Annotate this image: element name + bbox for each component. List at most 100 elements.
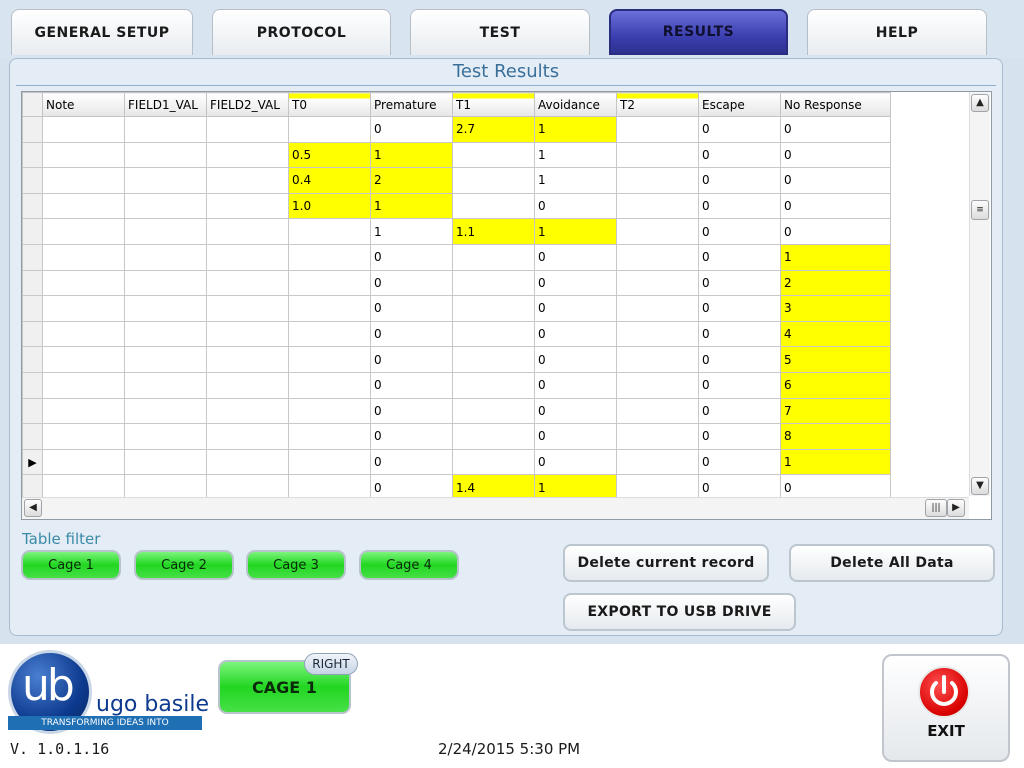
table-cell[interactable]: 0 — [534, 371, 617, 399]
table-row[interactable]: 0003 — [22, 295, 891, 322]
table-cell[interactable]: 0 — [534, 448, 617, 476]
table-cell[interactable]: 0 — [780, 141, 891, 169]
table-cell[interactable]: 0 — [534, 397, 617, 425]
table-row[interactable]: 0.4 2 1 0 0 — [22, 167, 891, 194]
table-cell[interactable]: 0.5 — [288, 141, 371, 169]
table-cell[interactable] — [124, 116, 207, 143]
table-cell[interactable] — [616, 320, 699, 348]
table-cell[interactable]: 5 — [780, 346, 891, 373]
table-cell[interactable] — [616, 346, 699, 373]
filter-cage-3-button[interactable]: Cage 3 — [246, 550, 346, 580]
table-cell[interactable]: 1.0 — [288, 192, 371, 220]
table-cell[interactable]: 0 — [370, 320, 453, 348]
table-cell[interactable]: 0 — [698, 141, 781, 169]
scroll-down-icon[interactable]: ▼ — [971, 477, 989, 495]
table-cell[interactable]: 1 — [534, 218, 617, 245]
table-cell[interactable] — [42, 371, 125, 399]
table-cell[interactable] — [124, 167, 207, 194]
table-cell[interactable] — [124, 397, 207, 425]
table-cell[interactable] — [124, 448, 207, 476]
table-cell[interactable]: 0 — [534, 423, 617, 450]
table-cell[interactable] — [616, 295, 699, 322]
table-cell[interactable] — [124, 295, 207, 322]
filter-cage-1-button[interactable]: Cage 1 — [21, 550, 121, 580]
table-cell[interactable] — [288, 116, 371, 143]
table-cell[interactable] — [616, 218, 699, 245]
table-cell[interactable] — [288, 243, 371, 271]
table-cell[interactable] — [616, 397, 699, 425]
table-cell[interactable]: 0 — [534, 269, 617, 297]
table-row[interactable]: 0008 — [22, 423, 891, 450]
table-cell[interactable] — [452, 295, 535, 322]
table-cell[interactable]: 0 — [698, 320, 781, 348]
table-cell[interactable] — [206, 295, 289, 322]
table-cell[interactable] — [124, 371, 207, 399]
table-cell[interactable]: 0 — [780, 218, 891, 245]
table-cell[interactable]: 1 — [534, 116, 617, 143]
table-cell[interactable]: 4 — [780, 320, 891, 348]
row-pointer-icon[interactable]: ▶ — [22, 448, 43, 476]
table-cell[interactable]: 0 — [370, 371, 453, 399]
table-cell[interactable]: 0 — [698, 218, 781, 245]
row-header[interactable] — [22, 141, 43, 169]
hscroll-thumb[interactable]: ||| — [925, 499, 947, 517]
table-cell[interactable]: 0 — [698, 167, 781, 194]
row-header[interactable] — [22, 295, 43, 322]
table-cell[interactable] — [42, 192, 125, 220]
table-cell[interactable]: 1 — [370, 218, 453, 245]
table-cell[interactable]: 0 — [534, 346, 617, 373]
table-cell[interactable] — [452, 269, 535, 297]
table-cell[interactable]: 2 — [370, 167, 453, 194]
table-row[interactable]: 0 2.7 1 0 0 — [22, 116, 891, 143]
table-cell[interactable] — [452, 320, 535, 348]
table-cell[interactable]: 0 — [698, 371, 781, 399]
table-cell[interactable] — [206, 141, 289, 169]
table-cell[interactable] — [206, 243, 289, 271]
table-cell[interactable]: 1 — [370, 192, 453, 220]
table-cell[interactable] — [42, 346, 125, 373]
table-cell[interactable] — [124, 218, 207, 245]
table-cell[interactable]: 0 — [698, 192, 781, 220]
table-cell[interactable] — [42, 269, 125, 297]
tab-protocol[interactable]: PROTOCOL — [212, 9, 391, 55]
row-header[interactable] — [22, 192, 43, 220]
column-header[interactable]: Premature — [370, 92, 453, 117]
table-cell[interactable]: 1.1 — [452, 218, 535, 245]
table-cell[interactable]: 0 — [780, 167, 891, 194]
table-cell[interactable]: 0 — [534, 243, 617, 271]
table-cell[interactable] — [288, 320, 371, 348]
table-cell[interactable]: 0 — [370, 269, 453, 297]
filter-cage-2-button[interactable]: Cage 2 — [134, 550, 234, 580]
table-cell[interactable] — [288, 346, 371, 373]
table-cell[interactable]: 0.4 — [288, 167, 371, 194]
table-row[interactable]: 0005 — [22, 346, 891, 373]
table-cell[interactable]: 2 — [780, 269, 891, 297]
table-cell[interactable] — [288, 269, 371, 297]
table-cell[interactable]: 1 — [370, 141, 453, 169]
power-icon[interactable] — [918, 666, 970, 718]
table-cell[interactable]: 0 — [534, 320, 617, 348]
table-row[interactable]: 1.0 1 0 0 0 — [22, 192, 891, 220]
table-cell[interactable] — [206, 218, 289, 245]
row-header[interactable] — [22, 320, 43, 348]
tab-test[interactable]: TEST — [410, 9, 590, 55]
tab-results[interactable]: RESULTS — [609, 9, 788, 55]
table-cell[interactable] — [124, 192, 207, 220]
table-cell[interactable]: 6 — [780, 371, 891, 399]
table-cell[interactable]: 1 — [534, 141, 617, 169]
table-cell[interactable] — [206, 423, 289, 450]
table-cell[interactable] — [616, 116, 699, 143]
table-cell[interactable]: 7 — [780, 397, 891, 425]
column-header[interactable]: Avoidance — [534, 92, 617, 117]
table-cell[interactable]: 0 — [370, 448, 453, 476]
table-cell[interactable] — [124, 141, 207, 169]
row-header[interactable] — [22, 218, 43, 245]
table-cell[interactable] — [42, 167, 125, 194]
table-row[interactable]: 0.5 1 1 0 0 — [22, 141, 891, 169]
vertical-scrollbar[interactable]: ▲ ≡ ▼ — [969, 92, 990, 496]
table-cell[interactable] — [124, 243, 207, 271]
table-cell[interactable]: 0 — [370, 295, 453, 322]
table-cell[interactable]: 0 — [698, 423, 781, 450]
table-cell[interactable] — [42, 116, 125, 143]
table-cell[interactable]: 0 — [698, 346, 781, 373]
